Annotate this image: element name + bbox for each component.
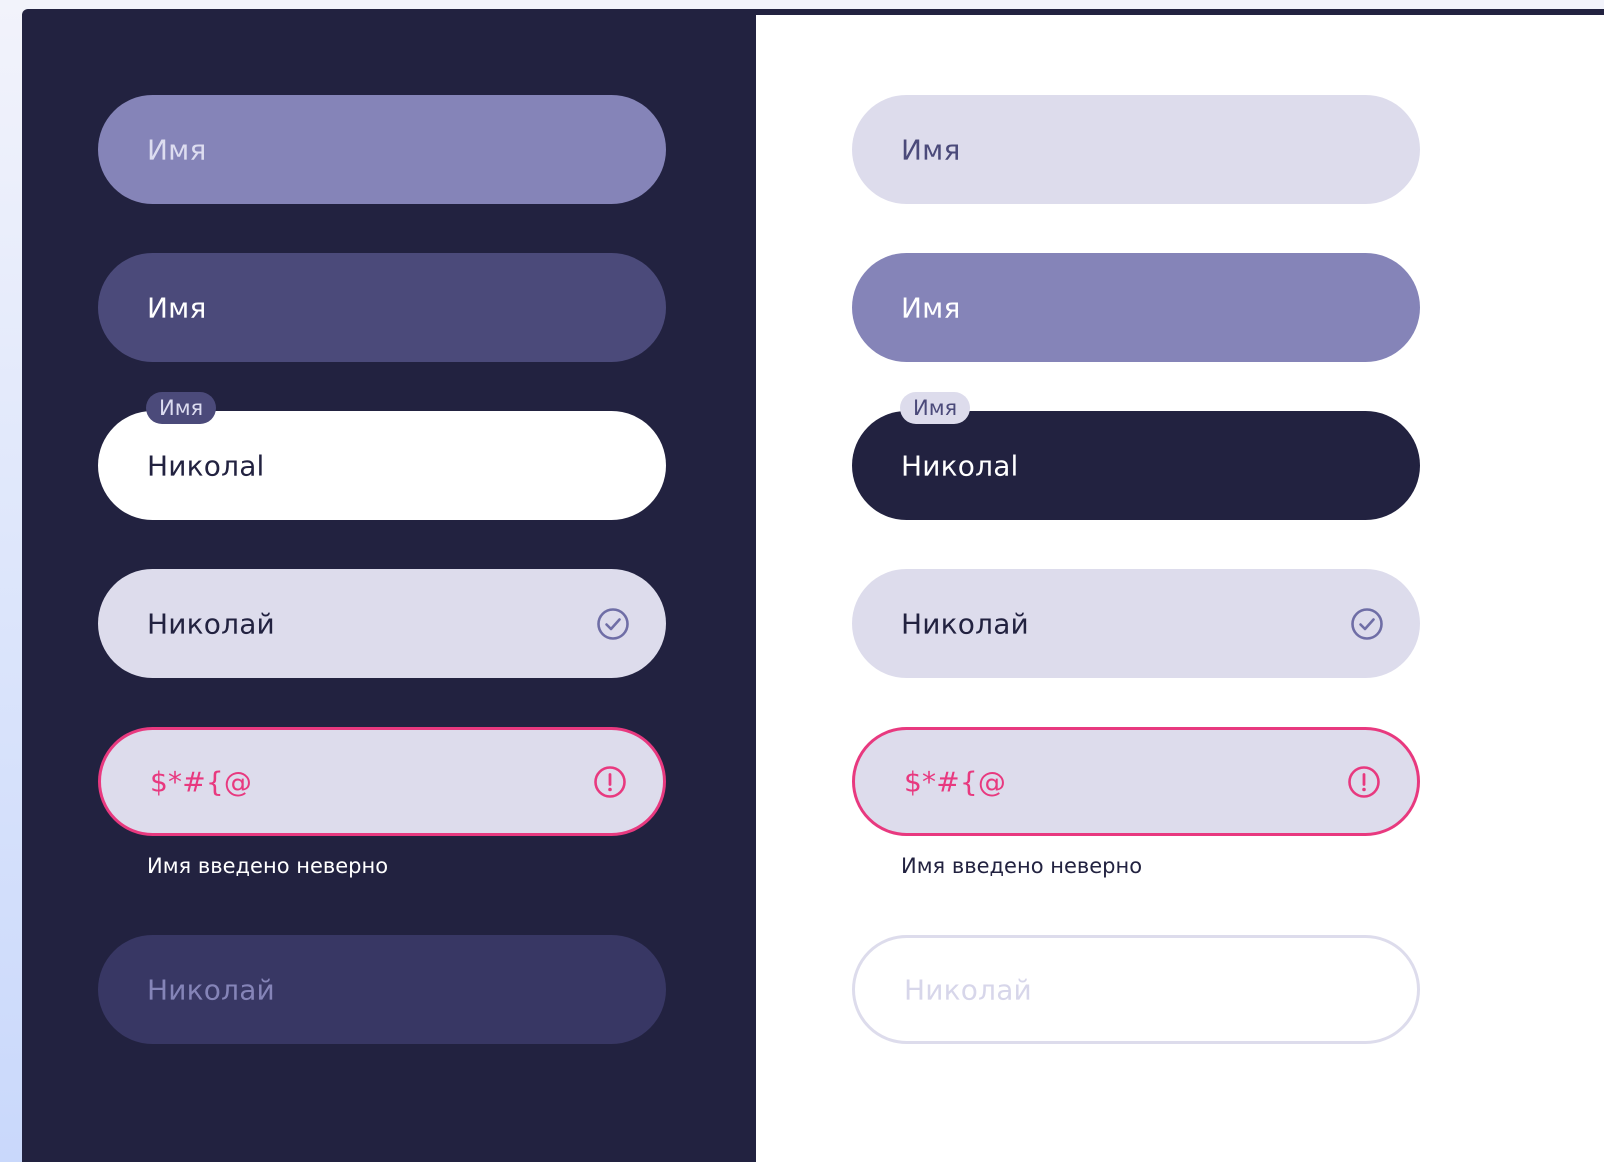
placeholder-text: Имя: [147, 133, 207, 166]
floating-label: Имя: [900, 392, 971, 424]
name-input-disabled: Николай: [98, 935, 666, 1044]
alert-circle-icon: [593, 765, 627, 799]
light-theme-panel: Имя Имя Имя Николаl Николай $*#{@ Имя вв…: [756, 9, 1604, 1162]
name-input-disabled: Николай: [852, 935, 1420, 1044]
floating-label: Имя: [146, 392, 217, 424]
input-value: Николаl: [901, 449, 1019, 482]
input-value: Николай: [147, 607, 275, 640]
alert-circle-icon: [1347, 765, 1381, 799]
name-input-success[interactable]: Николай: [98, 569, 666, 678]
placeholder-text: Имя: [147, 291, 207, 324]
name-input-success[interactable]: Николай: [852, 569, 1420, 678]
dark-theme-panel: Имя Имя Имя Николаl Николай $*#{@ Имя вв…: [22, 9, 756, 1162]
name-input-hover[interactable]: Имя: [852, 253, 1420, 362]
input-value: $*#{@: [150, 765, 253, 798]
name-input-error[interactable]: $*#{@: [98, 727, 666, 836]
placeholder-text: Имя: [901, 291, 961, 324]
name-input-placeholder[interactable]: Имя: [98, 95, 666, 204]
name-input-placeholder[interactable]: Имя: [852, 95, 1420, 204]
check-circle-icon: [596, 607, 630, 641]
name-input-error[interactable]: $*#{@: [852, 727, 1420, 836]
placeholder-text: Имя: [901, 133, 961, 166]
input-value: Николаl: [147, 449, 265, 482]
name-input-hover[interactable]: Имя: [98, 253, 666, 362]
input-value: Николай: [901, 607, 1029, 640]
name-input-focused[interactable]: Имя Николаl: [98, 392, 666, 520]
check-circle-icon: [1350, 607, 1384, 641]
input-value: Николай: [904, 973, 1032, 1006]
input-value: Николай: [147, 973, 275, 1006]
error-message: Имя введено неверно: [147, 854, 389, 878]
name-input-focused[interactable]: Имя Николаl: [852, 392, 1420, 520]
component-sheet: Имя Имя Имя Николаl Николай $*#{@ Имя вв…: [22, 9, 1604, 1162]
error-message: Имя введено неверно: [901, 854, 1143, 878]
input-value: $*#{@: [904, 765, 1007, 798]
